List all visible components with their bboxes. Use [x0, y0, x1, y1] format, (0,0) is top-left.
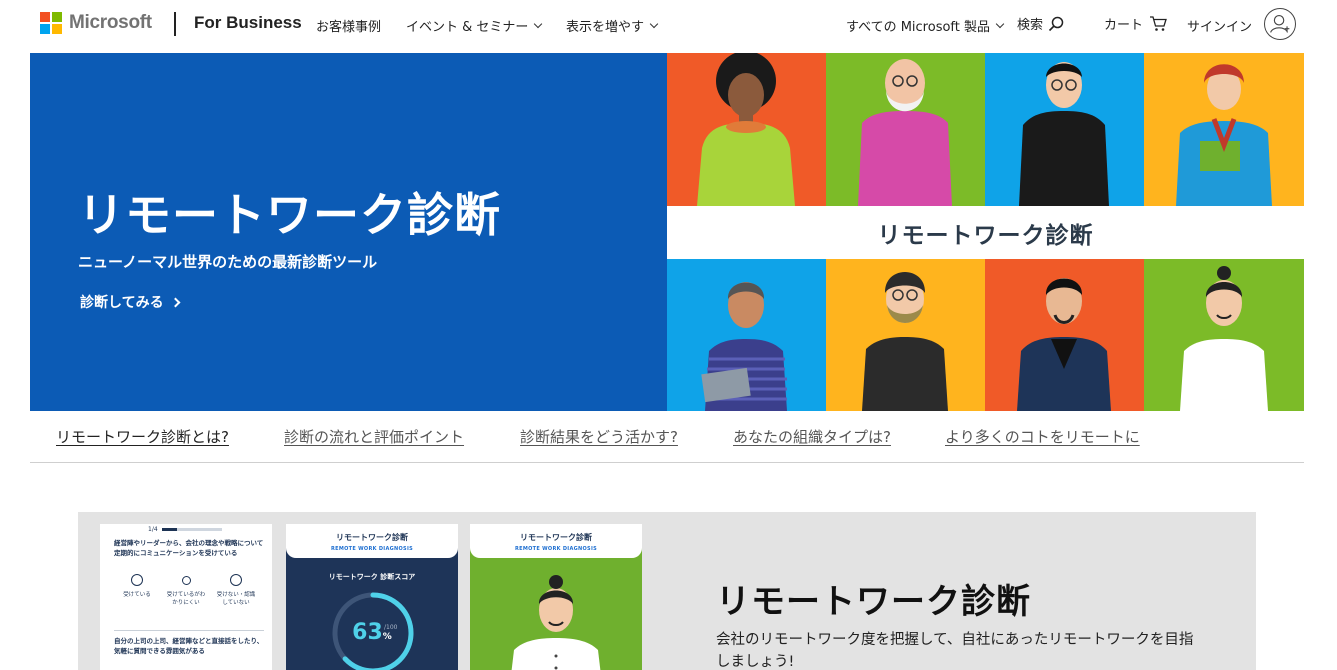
- tab-remote-more[interactable]: より多くのコトをリモートに: [945, 426, 1140, 447]
- person-illustration: [1180, 266, 1268, 411]
- cart-label: カート: [1104, 18, 1144, 33]
- phone-title: リモートワーク診断: [520, 533, 592, 542]
- phone-subtitle: REMOTE WORK DIAGNOSIS: [514, 546, 598, 552]
- hero-subtitle: ニューノーマル世界のための最新診断ツール: [78, 253, 378, 271]
- person-tile: [667, 53, 826, 206]
- tab-flow[interactable]: 診断の流れと評価ポイント: [284, 426, 464, 447]
- search-label: 検索: [1017, 18, 1044, 33]
- person-illustration: [697, 53, 795, 206]
- score-value: 63%: [286, 620, 458, 645]
- person-illustration: [862, 272, 948, 411]
- progress-bar: [162, 528, 222, 531]
- phone-result-screen: リモートワーク診断 REMOTE WORK DIAGNOSIS: [470, 524, 642, 670]
- score-unit: %: [382, 632, 392, 642]
- person-tile: [985, 259, 1144, 411]
- promo-description: 会社のリモートワーク度を把握して、自社にあったリモートワークを目指しましょう!: [716, 632, 1194, 670]
- person-tile: [667, 259, 826, 411]
- phone-title: リモートワーク診断: [336, 533, 408, 542]
- nav-customers-label: お客様事例: [316, 20, 382, 35]
- chevron-right-icon: [170, 297, 181, 307]
- answer-radio[interactable]: [131, 574, 143, 586]
- answer-label: 受けている: [123, 592, 151, 598]
- account-avatar[interactable]: [1264, 8, 1296, 40]
- progress-fill: [162, 528, 177, 531]
- all-products-label: すべての Microsoft 製品: [846, 20, 990, 35]
- chevron-down-icon: [995, 19, 1005, 29]
- chevron-down-icon: [534, 19, 543, 29]
- phone-question-screen: 1/4 経営陣やリーダーから、会社の理念や戦略について定期的にコミュニケーション…: [100, 524, 272, 670]
- person-tile: [985, 53, 1144, 206]
- answer-radio[interactable]: [182, 576, 191, 585]
- tab-results[interactable]: 診断結果をどう活かす?: [520, 426, 678, 447]
- brand-name: Microsoft: [69, 12, 152, 33]
- tab-about[interactable]: リモートワーク診断とは?: [56, 426, 229, 447]
- person-tile: [1144, 53, 1304, 206]
- score-max: /100: [384, 624, 398, 631]
- hero-illustration: リモートワーク診断: [667, 53, 1304, 411]
- score-label: リモートワーク 診断スコア: [328, 573, 416, 581]
- answer-radio[interactable]: [230, 574, 242, 586]
- signin-link[interactable]: サインイン: [1187, 16, 1252, 35]
- nav-customers[interactable]: お客様事例: [316, 16, 381, 35]
- person-tile: [1144, 259, 1304, 411]
- person-tile: [826, 53, 985, 206]
- question-text: 経営陣やリーダーから、会社の理念や戦略について定期的にコミュニケーションを受けて…: [114, 539, 264, 557]
- person-tile: [826, 259, 985, 411]
- cart-button[interactable]: カート: [1104, 14, 1167, 33]
- cart-icon: [1150, 16, 1167, 31]
- progress-text: 1/4: [148, 526, 158, 533]
- person-illustration: [701, 282, 787, 411]
- answer-label: 受けているがわかりにくい: [166, 592, 206, 606]
- hero-image-band: リモートワーク診断: [667, 206, 1304, 259]
- hero-cta-label: 診断してみる: [80, 295, 164, 311]
- nav-events[interactable]: イベント & セミナー: [406, 16, 543, 35]
- phone-header: リモートワーク診断 REMOTE WORK DIAGNOSIS: [470, 524, 642, 558]
- tab-org-type[interactable]: あなたの組織タイプは?: [733, 426, 891, 447]
- anchor-tabs: リモートワーク診断とは? 診断の流れと評価ポイント 診断結果をどう活かす? あな…: [30, 411, 1304, 463]
- all-products-menu[interactable]: すべての Microsoft 製品: [846, 16, 1005, 35]
- phone-score-screen: リモートワーク診断 REMOTE WORK DIAGNOSIS リモートワーク …: [286, 524, 458, 670]
- hero-banner: リモートワーク診断 ニューノーマル世界のための最新診断ツール 診断してみる: [30, 53, 667, 411]
- person-illustration: [1019, 62, 1109, 206]
- nav-more[interactable]: 表示を増やす: [566, 16, 659, 35]
- site-header: Microsoft For Business お客様事例 イベント & セミナー…: [0, 0, 1337, 48]
- user-icon: [1270, 15, 1290, 33]
- divider: [114, 630, 264, 631]
- search-button[interactable]: 検索: [1017, 14, 1064, 33]
- person-illustration: [1017, 278, 1111, 411]
- phone-header: リモートワーク診断 REMOTE WORK DIAGNOSIS: [286, 524, 458, 558]
- chevron-down-icon: [649, 19, 659, 29]
- hero-band-text: リモートワーク診断: [877, 222, 1094, 249]
- microsoft-logo[interactable]: Microsoft: [40, 12, 152, 34]
- answer-label: 受けない・認識していない: [216, 592, 256, 606]
- promo-title: リモートワーク診断: [716, 582, 1031, 622]
- header-divider: [174, 12, 176, 36]
- person-illustration: [511, 575, 601, 670]
- signin-label: サインイン: [1187, 20, 1253, 35]
- search-icon: [1048, 16, 1064, 31]
- question-text: 自分の上司の上司、経営陣などと直接話をしたり、気軽に質問できる雰囲気がある: [114, 637, 264, 655]
- nav-more-label: 表示を増やす: [566, 20, 645, 35]
- score-number: 63: [352, 620, 383, 645]
- person-illustration: [1176, 64, 1272, 206]
- phone-subtitle: REMOTE WORK DIAGNOSIS: [330, 546, 414, 552]
- hero-title: リモートワーク診断: [78, 188, 501, 242]
- person-illustration: [858, 59, 952, 206]
- promo-section: 1/4 経営陣やリーダーから、会社の理念や戦略について定期的にコミュニケーション…: [78, 512, 1256, 670]
- hero-cta-link[interactable]: 診断してみる: [80, 292, 181, 312]
- nav-events-label: イベント & セミナー: [406, 20, 529, 35]
- section-title[interactable]: For Business: [194, 13, 302, 33]
- microsoft-logo-icon: [40, 12, 62, 34]
